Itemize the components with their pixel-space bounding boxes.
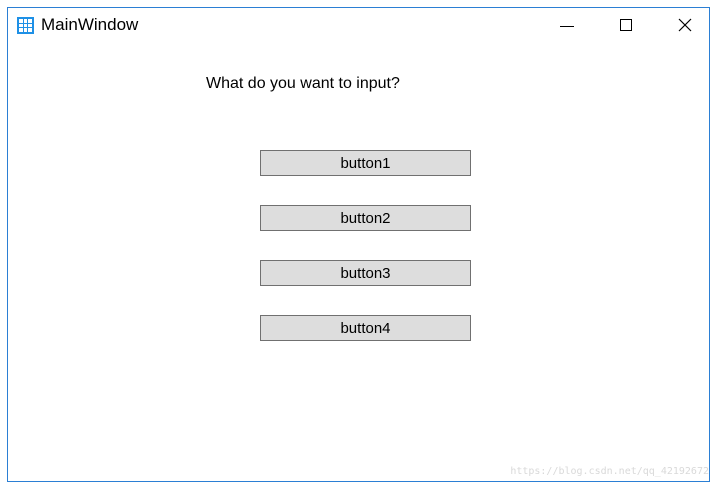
maximize-button[interactable]	[603, 8, 649, 42]
minimize-button[interactable]	[544, 8, 590, 42]
button-2[interactable]: button2	[260, 205, 471, 231]
window-title: MainWindow	[41, 15, 139, 34]
app-grid-icon	[17, 17, 34, 34]
watermark-text: https://blog.csdn.net/qq_42192672	[510, 466, 709, 477]
close-button[interactable]	[662, 8, 708, 42]
button-3[interactable]: button3	[260, 260, 471, 286]
maximize-icon	[620, 19, 632, 31]
main-window: MainWindow What do you want to input? bu…	[7, 7, 710, 482]
minimize-icon	[560, 25, 574, 27]
button-4[interactable]: button4	[260, 315, 471, 341]
close-icon	[678, 18, 692, 32]
prompt-label: What do you want to input?	[206, 75, 400, 92]
title-bar[interactable]: MainWindow	[8, 8, 709, 42]
button-1[interactable]: button1	[260, 150, 471, 176]
